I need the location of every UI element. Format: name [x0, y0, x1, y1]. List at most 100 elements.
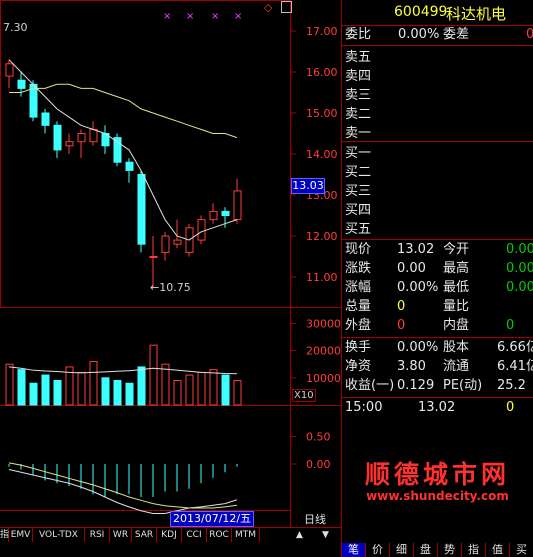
weicha-label: 委差 [443, 27, 470, 42]
indicator-tab[interactable]: MTM [232, 528, 260, 542]
volume-bar [197, 371, 206, 406]
current-price-tag: 13.03 [291, 178, 325, 194]
volume-axis-label: 10000 [306, 372, 341, 385]
fund-value: 6.66亿 [497, 340, 533, 355]
indicator-tab[interactable]: 指 [0, 528, 9, 542]
volume-bar [125, 382, 134, 406]
bottom-tab[interactable]: 值 [486, 543, 510, 557]
buy-level-label: 买一 [345, 146, 372, 161]
sell-level-label: 卖二 [345, 107, 372, 122]
indicator-tab[interactable]: WR [110, 528, 132, 542]
stat-value: 13.02 [397, 242, 435, 257]
tick-time: 15:00 [345, 400, 383, 415]
stat-label: 量比 [443, 299, 470, 314]
volume-bar [5, 363, 14, 406]
sell-book: 卖五 卖四 卖三 卖二 卖一 [342, 47, 533, 142]
pane-toggle-box[interactable] [281, 1, 292, 13]
bottom-tab[interactable]: 势 [438, 543, 462, 557]
kline-chart[interactable]: 17.0016.0015.0014.0013.0012.0011.0030000… [0, 0, 342, 557]
fund-label: 净资 [345, 359, 372, 374]
tick-volume: 0 [506, 400, 515, 415]
indicator-tab[interactable]: EMV [9, 528, 33, 542]
ma-short-line [8, 59, 238, 241]
indicator-tab[interactable]: SAR [132, 528, 157, 542]
candle [125, 161, 134, 171]
fund-label: 流通 [443, 359, 470, 374]
indicator-tabs: 指 EMV VOL-TDX RSI WR SAR KDJ CCI ROC MTM [0, 528, 290, 542]
indicator-tab[interactable]: KDJ [157, 528, 182, 542]
event-mark[interactable]: × [186, 11, 194, 22]
price-axis-label: 16.00 [306, 66, 338, 79]
bottom-tab[interactable]: 指 [462, 543, 486, 557]
weibi-row: 委比 0.00% 委差 0 [342, 26, 533, 46]
candle [77, 133, 86, 143]
volume-bar [161, 363, 170, 406]
stats-block: 现价 13.02 今开 0.00 涨跌 0.00 最高 0.00 涨幅 0.00% 最低 0.00 总量… [342, 241, 533, 338]
event-mark[interactable]: × [211, 11, 219, 22]
indicator-tab[interactable]: ROC [207, 528, 232, 542]
stat-value: 0.00% [397, 280, 439, 295]
candle [161, 235, 170, 253]
candle [197, 219, 206, 241]
top-left-price: 7.30 [3, 21, 28, 34]
candle [209, 210, 218, 221]
buy-level-label: 买二 [345, 165, 372, 180]
stat-value: 0 [506, 318, 515, 333]
volume-ma-line [8, 366, 238, 375]
candle [173, 239, 182, 245]
stat-label: 今开 [443, 242, 470, 257]
volume-bar [185, 374, 194, 406]
sell-level-label: 卖一 [345, 126, 372, 141]
bottom-tab[interactable]: 盘 [414, 543, 438, 557]
fundamentals-block: 换手 0.00% 股本 6.66亿 净资 3.80 流通 6.41亿 收益(一) 0.129 PE(… [342, 339, 533, 398]
volume-bar [53, 380, 62, 406]
volume-bar [101, 377, 110, 406]
corner-symbol[interactable]: ◇ [264, 1, 272, 14]
indicator-tab[interactable]: VOL-TDX [33, 528, 85, 542]
sell-level-label: 卖五 [345, 50, 372, 65]
volume-axis-label: 30000 [306, 317, 341, 330]
volume-bar [77, 371, 86, 406]
bottom-tab[interactable]: 笔 [342, 543, 366, 557]
quote-panel: 600499 科达机电 委比 0.00% 委差 0 卖五 卖四 卖三 卖二 卖一 买一买… [342, 0, 533, 557]
low-marker: ←10.75 [150, 281, 191, 294]
bottom-tabs: 笔价细盘势指值买 [342, 543, 533, 557]
fund-label: 股本 [443, 340, 470, 355]
event-mark[interactable]: × [163, 11, 171, 22]
stat-label: 总量 [345, 299, 372, 314]
bottom-tab[interactable]: 细 [390, 543, 414, 557]
candle [137, 174, 146, 245]
buy-level-label: 买三 [345, 184, 372, 199]
fund-value: 3.80 [397, 359, 426, 374]
indicator-tab[interactable]: RSI [85, 528, 110, 542]
candle [113, 137, 122, 163]
indicator-tab[interactable]: CCI [182, 528, 207, 542]
price-axis-label: 12.00 [306, 230, 338, 243]
scroll-down-arrow-icon[interactable]: ▼ [322, 530, 329, 540]
candle [41, 112, 50, 126]
event-mark[interactable]: × [234, 11, 242, 22]
period-label[interactable]: 日线 [304, 511, 326, 527]
fund-value: 0.129 [397, 378, 435, 393]
price-axis-label: 14.00 [306, 148, 338, 161]
candle [149, 256, 158, 258]
macd-axis-label: 0.50 [306, 431, 331, 444]
macd-axis-label: 0.00 [306, 458, 331, 471]
candle [65, 141, 74, 147]
stat-value: 0 [397, 318, 406, 333]
macd-dea-line [8, 462, 238, 509]
weicha-value: 0 [526, 27, 533, 42]
bottom-tab[interactable]: 价 [366, 543, 390, 557]
stat-label: 涨幅 [345, 280, 372, 295]
fund-label: 收益(一) [345, 378, 395, 393]
weibi-label: 委比 [345, 27, 372, 42]
bottom-tab[interactable]: 买 [510, 543, 533, 557]
volume-bar [173, 380, 182, 406]
candle [89, 128, 98, 143]
stat-value: 0.00 [506, 242, 533, 257]
scroll-up-arrow-icon[interactable]: ▲ [296, 530, 303, 540]
fund-label: 换手 [345, 340, 372, 355]
stat-label: 最低 [443, 280, 470, 295]
stat-label: 外盘 [345, 318, 372, 333]
stat-value: 0.00 [506, 280, 533, 295]
